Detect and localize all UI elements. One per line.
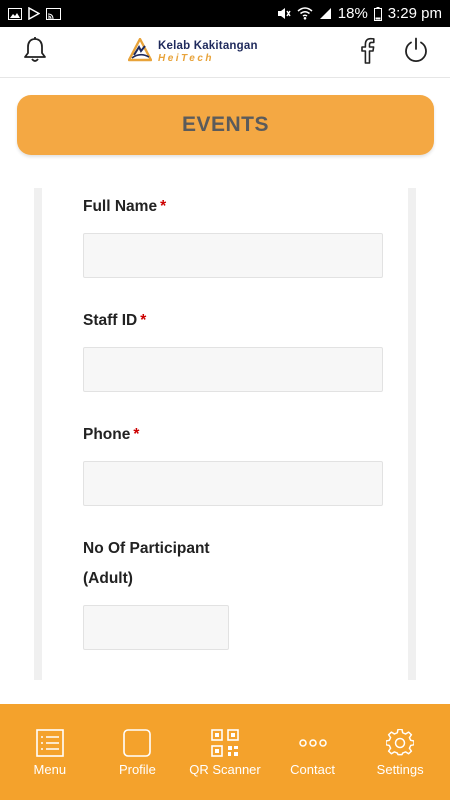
full-name-input[interactable]	[83, 233, 383, 278]
bell-icon	[22, 36, 48, 69]
participant-label: No Of Participant	[83, 540, 210, 558]
participant-sublabel: (Adult)	[83, 570, 133, 588]
battery-percent: 18%	[337, 5, 368, 22]
logo-mark-icon	[127, 37, 153, 67]
status-bar: 18% 3:29 pm	[0, 0, 450, 27]
status-right: 18% 3:29 pm	[277, 5, 442, 22]
staff-id-label-text: Staff ID	[83, 312, 138, 329]
nav-menu-label: Menu	[33, 761, 67, 777]
nav-menu[interactable]: Menu	[10, 728, 90, 777]
status-time: 3:29 pm	[387, 5, 442, 22]
logo-text: Kelab Kakitangan HeiTech	[158, 39, 258, 65]
full-name-label: Full Name *	[83, 198, 166, 216]
page-title: EVENTS	[181, 113, 270, 136]
qr-code-icon	[210, 728, 240, 758]
logout-button[interactable]	[394, 27, 438, 78]
phone-label-text: Phone	[83, 426, 131, 443]
bottom-nav: Menu Profile QR Scanner Contact Settings	[0, 704, 450, 800]
facebook-button[interactable]	[345, 27, 389, 78]
profile-icon	[122, 728, 152, 758]
nav-qr-scanner[interactable]: QR Scanner	[185, 728, 265, 777]
staff-id-input[interactable]	[83, 347, 383, 392]
cast-icon	[46, 7, 61, 20]
nav-profile-label: Profile	[118, 761, 156, 777]
required-mark: *	[140, 312, 147, 329]
notifications-button[interactable]	[13, 27, 57, 78]
menu-icon	[35, 728, 65, 758]
full-name-label-text: Full Name	[83, 198, 158, 215]
mute-icon	[277, 7, 291, 20]
gear-icon	[385, 728, 415, 758]
phone-label: Phone *	[83, 426, 139, 444]
app-screen: 18% 3:29 pm Kelab Kakitangan HeiTech EVE…	[0, 0, 450, 800]
more-dots-icon	[298, 728, 328, 758]
staff-id-label: Staff ID *	[83, 312, 146, 330]
nav-settings[interactable]: Settings	[360, 728, 440, 777]
play-store-icon	[28, 7, 40, 20]
app-header: Kelab Kakitangan HeiTech	[0, 27, 450, 78]
status-left	[8, 7, 61, 20]
logo-line1: Kelab Kakitangan	[158, 39, 258, 52]
adult-participant-input[interactable]	[83, 605, 229, 650]
events-banner: EVENTS	[17, 95, 434, 155]
power-icon	[402, 36, 430, 69]
required-mark: *	[133, 426, 140, 443]
logo-line2: HeiTech	[158, 53, 215, 65]
wifi-icon	[297, 7, 313, 20]
battery-icon	[373, 6, 382, 21]
app-logo: Kelab Kakitangan HeiTech	[127, 37, 258, 67]
required-mark: *	[160, 198, 167, 215]
facebook-icon	[359, 36, 375, 69]
participant-sublabel-text: (Adult)	[83, 570, 133, 587]
phone-input[interactable]	[83, 461, 383, 506]
gallery-icon	[8, 7, 22, 20]
signal-icon	[319, 7, 332, 20]
participant-label-text: No Of Participant	[83, 540, 210, 557]
nav-contact[interactable]: Contact	[273, 728, 353, 777]
nav-profile[interactable]: Profile	[97, 728, 177, 777]
nav-qr-scanner-label: QR Scanner	[189, 761, 261, 777]
nav-settings-label: Settings	[376, 761, 424, 777]
event-registration-form: Full Name * Staff ID * Phone * No Of Partic…	[34, 188, 416, 680]
nav-contact-label: Contact	[290, 761, 335, 777]
